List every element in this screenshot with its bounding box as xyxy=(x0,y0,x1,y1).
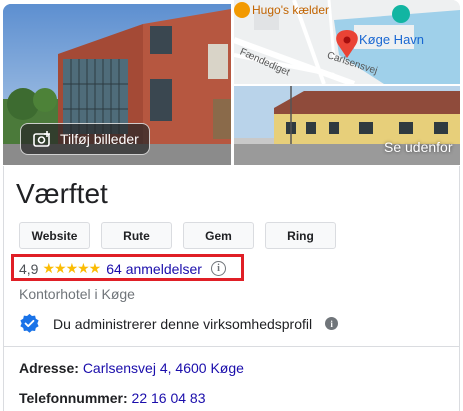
verified-text: Du administrerer denne virksomhedsprofil xyxy=(53,315,313,332)
photo-gallery: Tilføj billeder Hugo's kælder Køge Havn … xyxy=(3,0,460,166)
reviews-link[interactable]: 64 anmeldelser xyxy=(106,261,202,277)
phone-label: Telefonnummer: xyxy=(19,390,128,406)
add-photo-button[interactable]: Tilføj billeder xyxy=(20,123,150,155)
rating-value: 4,9 xyxy=(19,260,39,277)
main-photo[interactable]: Tilføj billeder xyxy=(3,4,231,165)
add-photo-label: Tilføj billeder xyxy=(60,131,139,147)
directions-button[interactable]: Rute xyxy=(101,222,172,249)
address-link[interactable]: Carlsensvej 4, 4600 Køge xyxy=(83,360,244,376)
phone-link[interactable]: 22 16 04 83 xyxy=(132,390,206,406)
star-rating-icon: ★★★★★ xyxy=(42,260,101,276)
map-label-harbor: Køge Havn xyxy=(359,32,425,47)
street-view-photo[interactable]: Se udenfor xyxy=(234,86,460,165)
info-icon[interactable]: i xyxy=(210,261,226,276)
call-button[interactable]: Ring xyxy=(265,222,336,249)
business-category: Kontorhotel i Køge xyxy=(19,286,135,302)
rating-row: 4,9 ★★★★★ 64 anmeldelser i xyxy=(19,260,226,277)
website-button[interactable]: Website xyxy=(19,222,90,249)
map-label-restaurant: Hugo's kælder xyxy=(252,3,329,17)
action-buttons: Website Rute Gem Ring xyxy=(19,222,336,249)
address-label: Adresse: xyxy=(19,360,79,376)
section-divider xyxy=(4,346,459,347)
phone-row: Telefonnummer: 22 16 04 83 xyxy=(19,390,206,406)
business-title: Værftet xyxy=(16,178,108,209)
verified-badge-icon xyxy=(20,313,39,333)
map-thumbnail[interactable]: Hugo's kælder Køge Havn Fændediget Carls… xyxy=(234,0,460,84)
add-photo-icon xyxy=(33,131,50,147)
verified-info-icon[interactable]: i xyxy=(325,317,339,330)
verified-row: Du administrerer denne virksomhedsprofil… xyxy=(19,313,339,334)
see-outside-label: Se udenfor xyxy=(384,139,453,155)
address-row: Adresse: Carlsensvej 4, 4600 Køge xyxy=(19,360,244,376)
save-button[interactable]: Gem xyxy=(183,222,254,249)
